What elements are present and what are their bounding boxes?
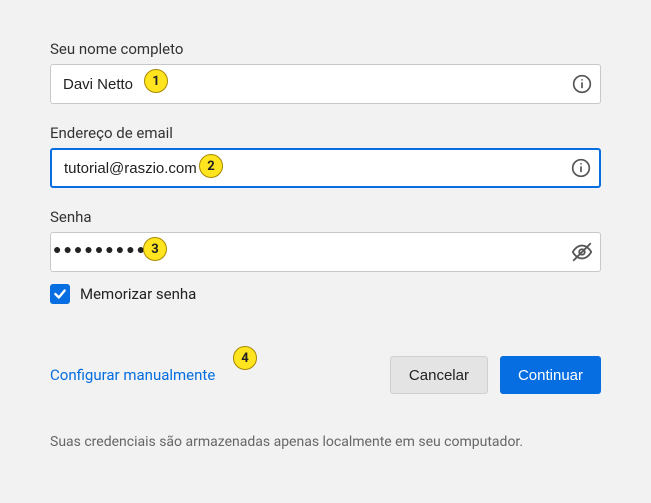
- continue-button[interactable]: Continuar: [500, 356, 601, 394]
- info-icon[interactable]: [564, 74, 600, 94]
- email-input-wrap[interactable]: [50, 148, 601, 188]
- remember-row[interactable]: Memorizar senha: [50, 284, 601, 304]
- credentials-note: Suas credenciais são armazenadas apenas …: [50, 434, 601, 450]
- email-label: Endereço de email: [50, 124, 601, 142]
- configure-manually-link[interactable]: Configurar manualmente: [50, 366, 215, 384]
- fullname-input-wrap[interactable]: [50, 64, 601, 104]
- password-input[interactable]: ●●●●●●●●●●●: [51, 233, 564, 271]
- remember-checkbox[interactable]: [50, 284, 70, 304]
- password-input-wrap[interactable]: ●●●●●●●●●●●: [50, 232, 601, 272]
- remember-label: Memorizar senha: [80, 285, 196, 303]
- eye-off-icon[interactable]: [564, 241, 600, 263]
- cancel-button[interactable]: Cancelar: [390, 356, 488, 394]
- password-label: Senha: [50, 208, 601, 226]
- fullname-group: Seu nome completo: [50, 40, 601, 104]
- email-input[interactable]: [52, 150, 563, 186]
- info-icon[interactable]: [563, 158, 599, 178]
- fullname-label: Seu nome completo: [50, 40, 601, 58]
- fullname-input[interactable]: [51, 65, 564, 103]
- actions-row: Configurar manualmente Cancelar Continua…: [50, 356, 601, 394]
- email-group: Endereço de email: [50, 124, 601, 188]
- password-group: Senha ●●●●●●●●●●● Memorizar senha: [50, 208, 601, 304]
